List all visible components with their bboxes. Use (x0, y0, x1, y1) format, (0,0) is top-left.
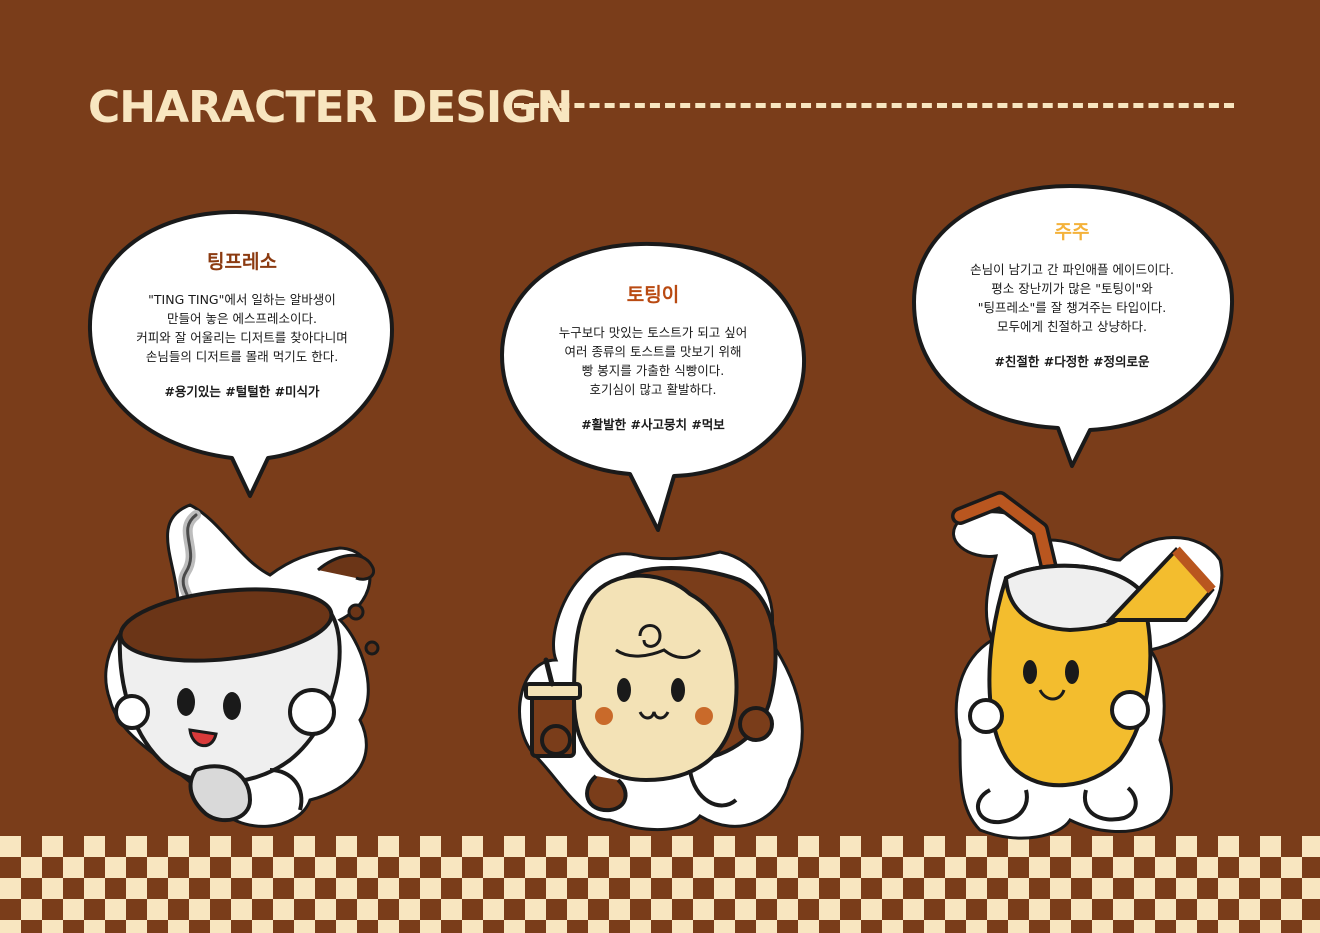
juju-info: 주주 손님이 남기고 간 파인애플 에이드이다. 평소 장난끼가 많은 "토팅이… (934, 218, 1210, 371)
bread-toast-character-icon (518, 550, 804, 831)
character-tags: #용기있는 #털털한 #미식가 (164, 384, 320, 399)
tingpresso-info: 팅프레소 "TING TING"에서 일하는 알바생이 만들어 놓은 에스프레소… (106, 248, 378, 401)
character-name: 토팅이 (626, 284, 680, 306)
checker-floor (0, 836, 1320, 933)
character-name: 주주 (1054, 221, 1090, 243)
pineapple-ade-character-icon (951, 491, 1224, 840)
character-tags: #활발한 #사고뭉치 #먹보 (581, 417, 725, 432)
character-description: "TING TING"에서 일하는 알바생이 만들어 놓은 에스프레소이다. 커… (136, 292, 348, 364)
toting-info: 토팅이 누구보다 맛있는 토스트가 되고 싶어 여러 종류의 토스트를 맛보기 … (518, 281, 788, 434)
character-tags: #친절한 #다정한 #정의로운 (994, 354, 1150, 369)
character-description: 손님이 남기고 간 파인애플 에이드이다. 평소 장난끼가 많은 "토팅이"와 … (970, 262, 1174, 334)
character-name: 팅프레소 (207, 251, 277, 273)
character-design-page: CHARACTER DESIGN 팅프레소 "TING TING"에서 일하는 … (0, 0, 1320, 933)
illustration-layer (0, 184, 1320, 933)
coffee-cup-character-icon (104, 503, 380, 828)
character-description: 누구보다 맛있는 토스트가 되고 싶어 여러 종류의 토스트를 맛보기 위해 빵… (558, 325, 748, 397)
